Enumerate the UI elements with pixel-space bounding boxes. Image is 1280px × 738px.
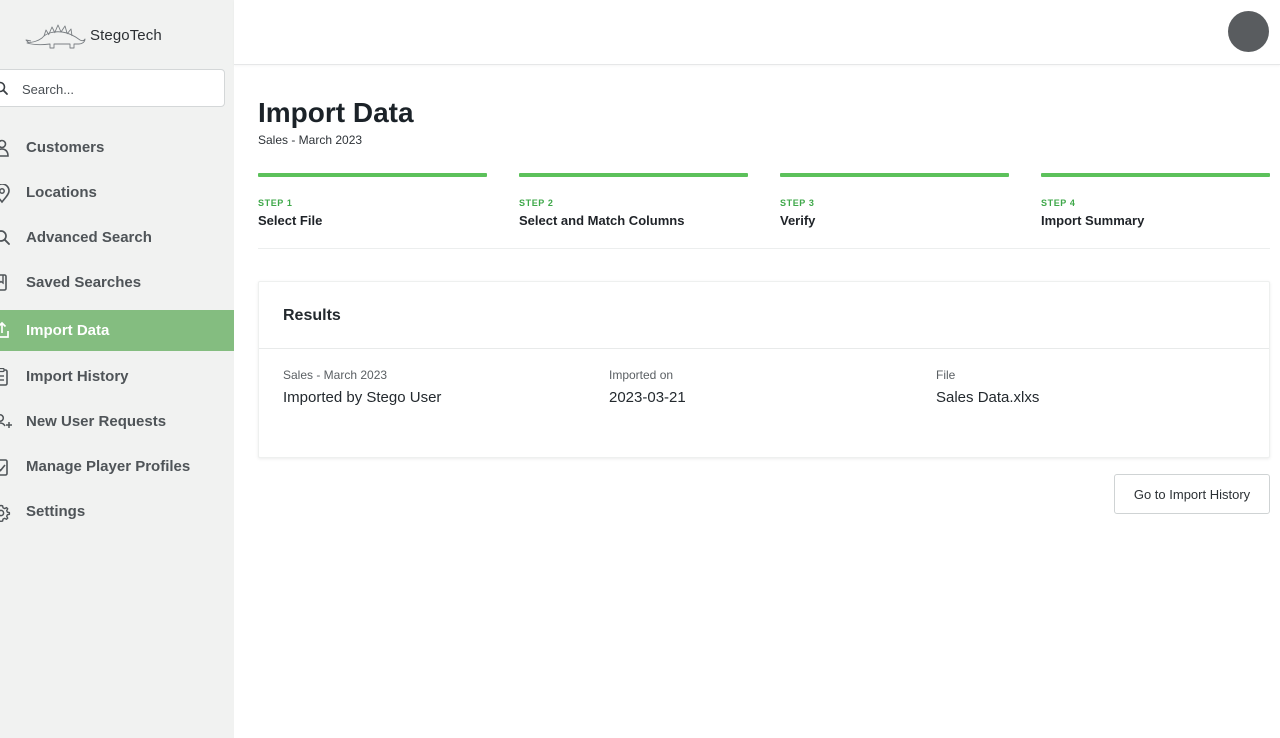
result-import-name: Sales - March 2023 Imported by Stego Use… [283, 368, 441, 406]
sidebar-item-settings[interactable]: Settings [0, 490, 234, 535]
step-2[interactable]: STEP 2 Select and Match Columns [519, 173, 748, 228]
sidebar-item-label: Saved Searches [26, 274, 142, 291]
search-box[interactable] [0, 69, 225, 107]
step-progress-bar [780, 173, 1009, 177]
result-label: File [936, 368, 956, 382]
profile-check-icon [0, 459, 8, 476]
result-label: Imported on [609, 368, 674, 382]
results-card-header: Results [259, 282, 1269, 349]
step-name: Verify [780, 213, 816, 228]
results-card: Results Sales - March 2023 Imported by S… [258, 281, 1270, 458]
upload-icon [0, 321, 9, 338]
search-input[interactable] [22, 79, 212, 99]
sidebar-item-new-user-requests[interactable]: New User Requests [0, 400, 234, 445]
sidebar-item-label: Locations [26, 184, 97, 201]
sidebar-item-saved-searches[interactable]: Saved Searches [0, 261, 234, 306]
page-title: Import Data [258, 97, 414, 128]
sidebar-item-label: Import Data [26, 322, 110, 339]
sidebar-item-customers[interactable]: Customers [0, 126, 234, 171]
page-subtitle: Sales - March 2023 [258, 133, 363, 147]
step-number: STEP 4 [1041, 198, 1076, 208]
result-value: Sales Data.xlxs [936, 389, 1040, 406]
result-value: Imported by Stego User [283, 389, 442, 406]
bookmark-icon [0, 274, 7, 291]
step-progress-bar [519, 173, 748, 177]
sidebar-item-label: Customers [26, 139, 105, 156]
location-pin-icon [0, 184, 10, 204]
results-card-body: Sales - March 2023 Imported by Stego Use… [259, 349, 1269, 457]
brand-name: StegoTech [90, 26, 162, 44]
top-bar [234, 0, 1280, 65]
sidebar-nav: Customers Locations Advanced Search Save… [0, 126, 234, 535]
sidebar-item-label: New User Requests [26, 413, 167, 430]
brand-logo[interactable]: StegoTech [24, 18, 162, 52]
search-icon [0, 81, 8, 95]
go-to-import-history-button[interactable]: Go to Import History [1114, 474, 1270, 514]
result-imported-on: Imported on 2023-03-21 [609, 368, 686, 406]
result-value: 2023-03-21 [609, 389, 686, 406]
results-title: Results [283, 307, 341, 324]
step-4[interactable]: STEP 4 Import Summary [1041, 173, 1270, 228]
sidebar-item-label: Import History [26, 368, 129, 385]
step-number: STEP 3 [780, 198, 815, 208]
sidebar-item-import-data[interactable]: Import Data [0, 310, 234, 351]
sidebar: StegoTech Customers Locations [0, 0, 234, 738]
step-number: STEP 2 [519, 198, 554, 208]
gear-icon [0, 504, 11, 522]
result-label: Sales - March 2023 [283, 368, 388, 382]
step-progress-bar [258, 173, 487, 177]
sidebar-item-manage-player-profiles[interactable]: Manage Player Profiles [0, 445, 234, 490]
avatar[interactable] [1228, 11, 1269, 52]
sidebar-item-label: Settings [26, 503, 86, 520]
sidebar-item-import-history[interactable]: Import History [0, 355, 234, 400]
add-user-icon [0, 413, 12, 428]
sidebar-item-advanced-search[interactable]: Advanced Search [0, 216, 234, 261]
search-icon [0, 230, 10, 245]
sidebar-item-label: Advanced Search [26, 229, 152, 246]
result-file: File Sales Data.xlxs [936, 368, 1039, 406]
step-3[interactable]: STEP 3 Verify [780, 173, 1009, 228]
customers-icon [0, 139, 9, 157]
step-name: Import Summary [1041, 213, 1145, 228]
import-stepper: STEP 1 Select File STEP 2 Select and Mat… [258, 173, 1270, 249]
clipboard-icon [0, 368, 8, 386]
step-name: Select and Match Columns [519, 213, 685, 228]
sidebar-item-locations[interactable]: Locations [0, 171, 234, 216]
stegosaurus-logo-icon [25, 24, 86, 49]
step-number: STEP 1 [258, 198, 293, 208]
step-name: Select File [258, 213, 323, 228]
step-1[interactable]: STEP 1 Select File [258, 173, 487, 228]
step-progress-bar [1041, 173, 1270, 177]
sidebar-item-label: Manage Player Profiles [26, 458, 191, 475]
